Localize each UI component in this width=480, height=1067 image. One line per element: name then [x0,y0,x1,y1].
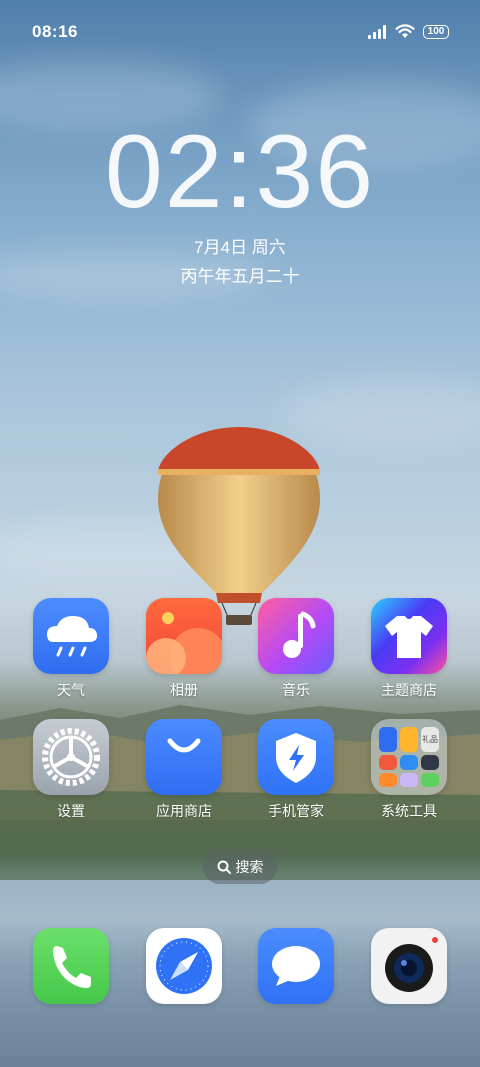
app-label: 系统工具 [381,803,437,819]
status-time: 08:16 [32,22,78,41]
app-weather[interactable]: 天气 [26,598,116,700]
app-folder-system-tools[interactable]: 礼品 系统工具 [364,719,454,821]
signal-icon [368,24,386,39]
folder-mini-label: 礼品 [421,727,439,753]
dock-browser[interactable] [139,928,229,1004]
phone-icon [33,928,109,1004]
app-gallery[interactable]: 相册 [139,598,229,700]
app-store[interactable]: 应用商店 [139,719,229,821]
search-icon [217,860,231,874]
wifi-icon [395,24,415,38]
search-button[interactable]: 搜索 [203,850,277,884]
theme-store-icon [371,598,447,674]
search-label: 搜索 [235,859,264,875]
app-music[interactable]: 音乐 [251,598,341,700]
app-label: 应用商店 [156,803,212,819]
camera-icon [371,928,447,1004]
status-icons: 100 [367,24,449,39]
dock-messages[interactable] [251,928,341,1004]
folder-icon: 礼品 [371,719,447,795]
app-label: 音乐 [282,682,310,698]
app-phone-manager[interactable]: 手机管家 [251,719,341,821]
dock-camera[interactable] [364,928,454,1004]
app-label: 手机管家 [268,803,324,819]
app-label: 相册 [170,682,198,698]
phone-manager-icon [258,719,334,795]
weather-icon [33,598,109,674]
big-clock[interactable]: 02:36 [0,120,480,224]
app-store-icon [146,719,222,795]
music-icon [258,598,334,674]
app-theme-store[interactable]: 主题商店 [364,598,454,700]
status-bar: 08:16 100 [0,0,480,64]
browser-icon [146,928,222,1004]
date-text[interactable]: 7月4日 周六 [0,233,480,258]
app-settings[interactable]: 设置 [26,719,116,821]
dock-phone[interactable] [26,928,116,1004]
lunar-date-text: 丙午年五月二十 [180,267,300,286]
app-label: 主题商店 [381,682,437,698]
settings-icon [33,719,109,795]
app-label: 设置 [57,803,85,819]
battery-icon: 100 [423,24,449,39]
messages-icon [258,928,334,1004]
app-label: 天气 [57,682,85,698]
gallery-icon [146,598,222,674]
